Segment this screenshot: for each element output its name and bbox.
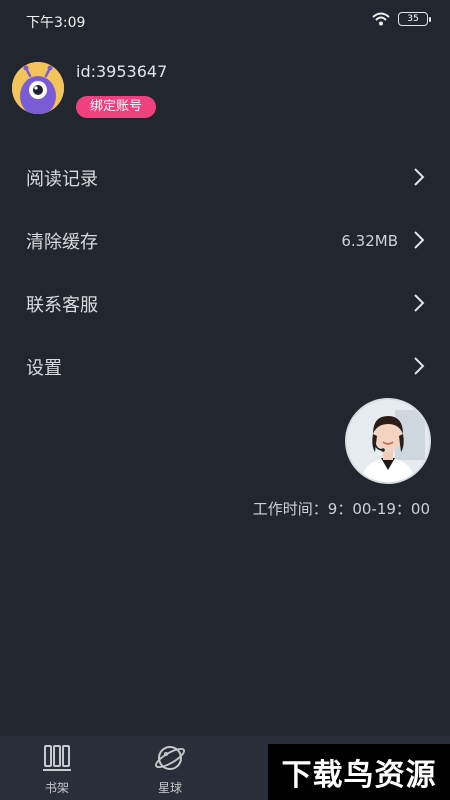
status-bar: 下午3:09 35 [0,0,450,44]
status-time: 下午3:09 [26,15,86,31]
status-icons: 35 [372,12,431,26]
planet-icon [155,746,185,770]
user-id: id:3953647 [76,62,168,81]
tab-planet[interactable]: 星球 [125,736,215,800]
menu-item-label: 清除缓存 [26,231,98,253]
menu-item-label: 联系客服 [26,294,98,316]
menu-item-clear-cache[interactable]: 清除缓存 6.32MB [0,209,450,272]
menu-item-contact-support[interactable]: 联系客服 [0,272,450,335]
chevron-right-icon [414,357,425,375]
work-hours: 工作时间：9：00-19：00 [252,500,430,518]
chevron-right-icon [414,231,425,249]
customer-service-avatar[interactable] [345,398,431,484]
cache-size: 6.32MB [341,231,398,250]
watermark-logo: 下载鸟资源 [268,744,450,800]
monster-avatar-icon [12,62,64,114]
avatar[interactable] [12,62,64,114]
wifi-icon [372,12,390,26]
bookshelf-icon [43,745,71,771]
battery-level: 35 [407,14,419,24]
menu-item-label: 设置 [26,357,62,379]
menu-item-settings[interactable]: 设置 [0,335,450,398]
tab-label: 书架 [44,781,69,795]
bind-account-button[interactable]: 绑定账号 [76,96,157,118]
menu-item-reading-history[interactable]: 阅读记录 [0,146,450,209]
battery-icon: 35 [398,12,431,26]
menu-item-label: 阅读记录 [26,168,98,190]
support-agent-icon [347,400,429,482]
chevron-right-icon [414,294,425,312]
tab-bookshelf[interactable]: 书架 [12,736,102,800]
profile-header: id:3953647 绑定账号 [12,62,432,122]
tab-label: 星球 [157,781,182,795]
settings-menu: 阅读记录 清除缓存 6.32MB 联系客服 设置 [0,146,450,398]
chevron-right-icon [414,168,425,186]
